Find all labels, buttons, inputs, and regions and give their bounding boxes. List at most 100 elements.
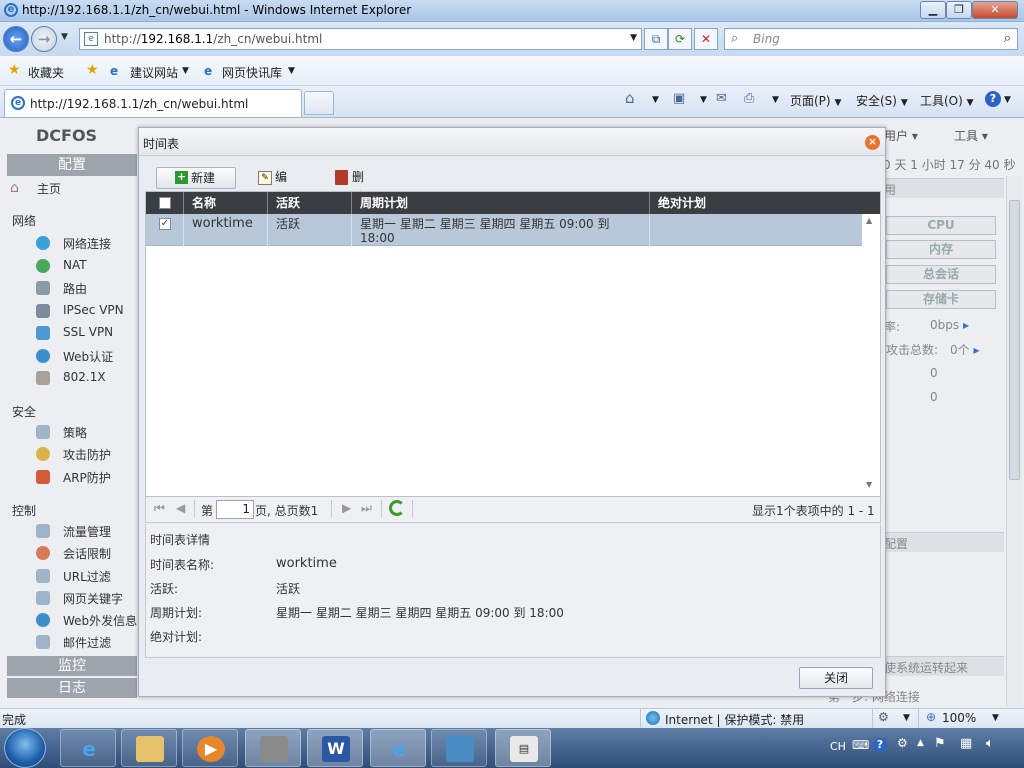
new-tab-button[interactable]	[304, 91, 334, 115]
new-button[interactable]: + 新建	[156, 167, 236, 189]
row-checkbox[interactable]: ✓	[159, 218, 171, 230]
tools-menu[interactable]: 工具(O) ▼	[920, 92, 974, 109]
suggested-dropdown-icon[interactable]: ▼	[182, 66, 189, 76]
taskbar-ie-active[interactable]: e	[370, 729, 426, 767]
print-icon[interactable]: ⎙	[744, 91, 754, 106]
popup-dropdown-icon[interactable]: ▼	[903, 713, 910, 723]
help-tray-icon[interactable]: ?	[873, 738, 887, 752]
recent-pages-dropdown-icon[interactable]: ▼	[61, 32, 68, 42]
select-all-checkbox[interactable]	[159, 197, 171, 209]
search-icon[interactable]: ⌕	[1004, 31, 1011, 46]
feed-dropdown-icon[interactable]: ▼	[700, 95, 707, 105]
config-header[interactable]: 配置	[7, 154, 137, 176]
scroll-thumb[interactable]	[1009, 200, 1020, 480]
home-dropdown-icon[interactable]: ▼	[652, 95, 659, 105]
address-bar[interactable]: e http://192.168.1.1/zh_cn/webui.html ▼	[79, 28, 642, 50]
rss-feed-icon[interactable]: ▣	[673, 91, 685, 106]
page-scrollbar[interactable]	[1006, 176, 1022, 706]
reload-icon[interactable]	[389, 500, 405, 516]
memory-button[interactable]: 内存	[886, 240, 996, 259]
taskbar-word[interactable]: W	[307, 729, 363, 767]
taskbar-document[interactable]: ▤	[495, 729, 551, 767]
back-button[interactable]: ←	[3, 26, 29, 52]
search-box[interactable]: ⌕ Bing ⌕	[724, 28, 1018, 50]
help-icon[interactable]: ?	[985, 91, 1001, 107]
webslice-dropdown-icon[interactable]: ▼	[288, 66, 295, 76]
taskbar-app-1[interactable]	[245, 729, 301, 767]
tools-app-menu[interactable]: 工具 ▾	[954, 127, 988, 144]
column-absolute[interactable]: 绝对计划	[650, 192, 880, 214]
column-periodic[interactable]: 周期计划	[352, 192, 650, 214]
refresh-icon[interactable]: ⟳	[668, 28, 692, 50]
dialog-toolbar: +新建 ✎编辑 删除	[145, 164, 881, 204]
zoom-level[interactable]: 100%	[942, 711, 976, 725]
rate-value[interactable]: 0bps ▸	[930, 318, 969, 332]
add-favorite-icon[interactable]: ★	[86, 62, 99, 78]
action-center-icon[interactable]: ⚑	[934, 736, 946, 751]
bing-icon: ⌕	[731, 31, 739, 46]
minimize-button[interactable]: ▁	[920, 1, 946, 19]
window-titlebar: e http://192.168.1.1/zh_cn/webui.html - …	[0, 0, 1024, 22]
home-icon[interactable]: ⌂	[625, 89, 635, 107]
safety-menu[interactable]: 安全(S) ▼	[856, 92, 908, 109]
cpu-button[interactable]: CPU	[886, 216, 996, 235]
sidebar-item-home[interactable]: 主页	[37, 180, 61, 197]
total-sessions-button[interactable]: 总会话	[886, 265, 996, 284]
first-page-icon[interactable]: ⏮	[154, 501, 165, 516]
compatibility-view-icon[interactable]: ⧉	[644, 28, 668, 50]
next-page-icon[interactable]: ▶	[342, 501, 351, 515]
popup-blocker-icon[interactable]: ⚙	[878, 710, 889, 724]
attack-total-value[interactable]: 0个 ▸	[950, 341, 980, 358]
tray-expand-icon[interactable]: ▲	[917, 738, 924, 748]
column-active[interactable]: 活跃	[268, 192, 352, 214]
scroll-up-icon[interactable]: ▲	[866, 216, 872, 225]
table-row[interactable]: ✓ worktime 活跃 星期一 星期二 星期三 星期四 星期五 09:00 …	[146, 214, 862, 246]
address-url[interactable]: http://192.168.1.1/zh_cn/webui.html	[104, 32, 322, 46]
log-header[interactable]: 日志	[7, 678, 137, 698]
options-tray-icon[interactable]: ⚙	[897, 736, 908, 750]
close-window-button[interactable]: ✕	[972, 1, 1018, 19]
page-number-input[interactable]: 1	[216, 500, 254, 519]
last-page-icon[interactable]: ⏭	[361, 501, 372, 516]
address-dropdown-icon[interactable]: ▼	[630, 33, 637, 43]
taskbar-explorer[interactable]	[121, 729, 177, 767]
keyboard-icon[interactable]: ⌨	[852, 738, 869, 752]
start-button[interactable]	[4, 728, 46, 768]
zoom-dropdown-icon[interactable]: ▼	[992, 713, 999, 723]
prev-page-icon[interactable]: ◀	[176, 501, 185, 515]
help-dropdown-icon[interactable]: ▼	[1004, 95, 1011, 105]
print-dropdown-icon[interactable]: ▼	[772, 95, 779, 105]
detail-periodic-value: 星期一 星期二 星期三 星期四 星期五 09:00 到 18:00	[276, 606, 564, 620]
scroll-down-icon[interactable]: ▼	[866, 480, 872, 489]
forward-button[interactable]: →	[31, 26, 57, 52]
navigation-bar: ← → ▼ e http://192.168.1.1/zh_cn/webui.h…	[0, 22, 1024, 56]
taskbar-media-player[interactable]: ▶	[182, 729, 238, 767]
detail-name-value: worktime	[276, 556, 337, 571]
close-button[interactable]: 关闭	[799, 667, 873, 689]
taskbar-photo[interactable]	[431, 729, 487, 767]
hint-get-running: 使系统运转起来	[884, 661, 969, 675]
table-scrollbar[interactable]: ▲ ▼	[862, 214, 880, 496]
page-menu[interactable]: 页面(P) ▼	[790, 92, 841, 109]
maximize-button[interactable]: ❐	[946, 1, 972, 19]
attack-total-label: 攻击总数:	[886, 343, 939, 357]
monitor-header[interactable]: 监控	[7, 656, 137, 676]
taskbar-ie[interactable]: e	[60, 729, 116, 767]
network-tray-icon[interactable]: ▦	[960, 736, 972, 751]
storage-card-button[interactable]: 存储卡	[886, 290, 996, 309]
suggested-sites-link[interactable]: 建议网站	[130, 64, 178, 81]
volume-icon[interactable]: 🔈︎	[986, 736, 994, 751]
webslice-gallery-link[interactable]: 网页快讯库	[222, 64, 282, 81]
stop-icon[interactable]: ✕	[694, 28, 718, 50]
column-name[interactable]: 名称	[184, 192, 268, 214]
config-section-label: 配置	[884, 537, 909, 551]
user-menu[interactable]: 用户 ▾	[884, 127, 918, 144]
favorites-button[interactable]: 收藏夹	[28, 64, 64, 81]
security-zone-text[interactable]: Internet | 保护模式: 禁用	[665, 711, 804, 728]
tab-webui[interactable]: e http://192.168.1.1/zh_cn/webui.html	[4, 89, 302, 117]
dialog-close-icon[interactable]: ×	[865, 135, 880, 150]
favorites-star-icon[interactable]: ★	[8, 62, 21, 78]
edit-icon: ✎	[258, 171, 272, 185]
language-indicator[interactable]: CH	[830, 740, 846, 753]
mail-icon[interactable]: ✉	[716, 91, 727, 106]
